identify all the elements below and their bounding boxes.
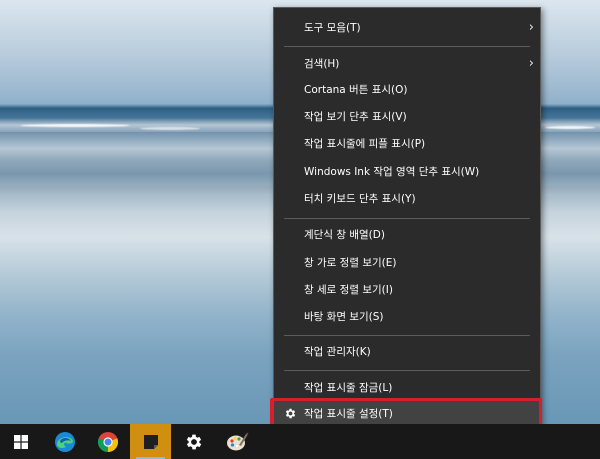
menu-item-label: Windows Ink 작업 영역 단추 표시(W) [304, 166, 480, 178]
chrome-browser-icon [97, 431, 118, 452]
menu-item-label: 작업 표시줄에 피플 표시(P) [304, 138, 426, 150]
menu-item-label: 창 가로 정렬 보기(E) [304, 257, 397, 269]
menu-item-label: 창 세로 정렬 보기(I) [304, 284, 393, 296]
wallpaper-wave [140, 127, 200, 130]
menu-item-stack-windows[interactable]: 창 가로 정렬 보기(E) [274, 250, 540, 276]
taskbar-context-menu: 도구 모음(T) › 검색(H) › Cortana 버튼 표시(O) 작업 보… [273, 7, 541, 427]
menu-item-show-task-view-button[interactable]: 작업 보기 단추 표시(V) [274, 104, 540, 130]
menu-item-show-cortana-button[interactable]: Cortana 버튼 표시(O) [274, 77, 540, 103]
menu-item-label: 작업 표시줄 잠금(L) [304, 382, 393, 394]
edge-browser-icon [54, 431, 75, 452]
wallpaper-wave [545, 126, 595, 129]
sticky-notes-icon [143, 434, 158, 449]
menu-item-side-by-side-windows[interactable]: 창 세로 정렬 보기(I) [274, 277, 540, 303]
chevron-right-icon: › [528, 20, 534, 35]
menu-item-label: 검색(H) [304, 58, 340, 70]
menu-item-show-windows-ink[interactable]: Windows Ink 작업 영역 단추 표시(W) [274, 159, 540, 185]
menu-item-label: 작업 관리자(K) [304, 346, 371, 358]
menu-item-lock-taskbar[interactable]: 작업 표시줄 잠금(L) [274, 375, 540, 401]
paint-icon [226, 432, 248, 450]
menu-item-label: 터치 키보드 단추 표시(Y) [304, 193, 416, 205]
start-button[interactable] [0, 424, 41, 459]
menu-separator [284, 218, 530, 219]
taskbar-settings-button[interactable] [173, 424, 214, 459]
taskbar-sticky-notes-button[interactable] [130, 424, 171, 459]
chevron-right-icon: › [528, 56, 534, 71]
menu-item-label: Cortana 버튼 표시(O) [304, 84, 408, 96]
menu-item-show-people[interactable]: 작업 표시줄에 피플 표시(P) [274, 131, 540, 157]
taskbar[interactable] [0, 424, 600, 459]
taskbar-chrome-button[interactable] [87, 424, 128, 459]
menu-item-show-touch-keyboard[interactable]: 터치 키보드 단추 표시(Y) [274, 186, 540, 212]
taskbar-paint-button[interactable] [216, 424, 257, 459]
menu-item-label: 작업 보기 단추 표시(V) [304, 111, 407, 123]
taskbar-edge-button[interactable] [44, 424, 85, 459]
settings-gear-icon [186, 434, 201, 449]
gear-icon [285, 408, 296, 419]
menu-item-task-manager[interactable]: 작업 관리자(K) [274, 339, 540, 365]
menu-item-label: 도구 모음(T) [304, 22, 361, 34]
menu-separator [284, 335, 530, 336]
menu-separator [284, 46, 530, 47]
windows-start-icon [13, 434, 28, 449]
menu-item-show-desktop[interactable]: 바탕 화면 보기(S) [274, 304, 540, 330]
wallpaper-wave [20, 124, 130, 127]
menu-item-toolbars[interactable]: 도구 모음(T) › [274, 15, 540, 41]
menu-item-label: 계단식 창 배열(D) [304, 229, 385, 241]
menu-item-label: 작업 표시줄 설정(T) [304, 408, 393, 420]
menu-item-cascade-windows[interactable]: 계단식 창 배열(D) [274, 222, 540, 248]
menu-item-search[interactable]: 검색(H) › [274, 51, 540, 77]
menu-item-label: 바탕 화면 보기(S) [304, 311, 384, 323]
menu-separator [284, 370, 530, 371]
